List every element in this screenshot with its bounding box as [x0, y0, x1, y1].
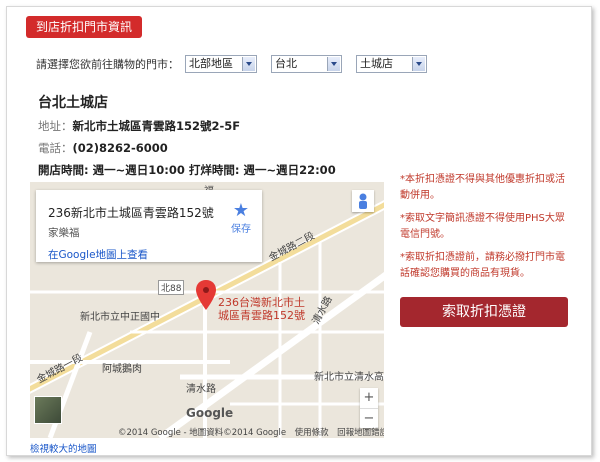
marker-graphic: [196, 280, 216, 310]
marker-label: 236台灣新北市土 城區青雲路152號: [218, 296, 305, 322]
store-phone: (02)8262-6000: [72, 141, 168, 155]
city-select[interactable]: 台北: [271, 55, 342, 73]
view-in-google-maps-link[interactable]: 在Google地圖上查看: [48, 247, 148, 262]
google-logo: Google: [186, 406, 234, 420]
satellite-toggle-thumbnail[interactable]: [34, 396, 62, 424]
store-name: 台北土城店: [38, 95, 108, 111]
phone-label: 電話：: [38, 141, 73, 155]
road-label-bei88: 北88: [158, 280, 185, 295]
store-info: 台北土城店 地址：新北市土城區青雲路152號2-5F 電話：(02)8262-6…: [38, 92, 336, 178]
map-copyright: ©2014 Google - 地圖資料©2014 Google 使用條款 回報地…: [118, 428, 384, 438]
store-select[interactable]: 土城店: [356, 55, 427, 73]
larger-map-link[interactable]: 檢視較大的地圖: [30, 441, 97, 455]
map-info-window: 236新北市土城區青雲路152號 家樂福 在Google地圖上查看 ★ 保存: [36, 190, 262, 262]
chevron-down-icon: [327, 57, 340, 71]
store-selector: 請選擇您欲前往購物的門市： 北部地區 台北 土城店: [36, 54, 427, 74]
map-marker-icon[interactable]: [196, 280, 216, 313]
note-item: *本折扣憑證不得與其他優惠折扣或活動併用。: [400, 174, 565, 201]
save-place-button[interactable]: ★ 保存: [226, 200, 256, 236]
region-select-value: 北部地區: [189, 57, 233, 70]
info-address: 236新北市土城區青雲路152號: [48, 206, 214, 220]
address-label: 地址：: [38, 119, 73, 133]
selector-prompt: 請選擇您欲前往購物的門市：: [36, 58, 179, 71]
store-hours: 開店時間: 週一~週日10:00 打烊時間: 週一~週日22:00: [38, 163, 336, 177]
street-view-pegman-icon[interactable]: [352, 190, 374, 212]
chevron-down-icon: [242, 57, 255, 71]
google-map[interactable]: 金城路二段 金城路一段 清水路 清水路 北88 新北市立中正國中 阿城鵝肉 新北…: [30, 182, 384, 438]
marker-label-line-2: 城區青雲路152號: [218, 309, 305, 322]
pegman-graphic: [359, 193, 367, 209]
city-select-value: 台北: [275, 57, 297, 70]
store-select-value: 土城店: [360, 57, 393, 70]
store-phone-line: 電話：(02)8262-6000: [38, 140, 336, 156]
note-item: *索取文字簡訊憑證不得使用PHS大眾電信門號。: [400, 213, 565, 240]
get-coupon-button[interactable]: 索取折扣憑證: [400, 297, 568, 327]
region-select[interactable]: 北部地區: [185, 55, 257, 73]
star-icon: ★: [232, 200, 250, 221]
note-item: *索取折扣憑證前，請務必撥打門市電話確認您購買的商品有現貨。: [400, 252, 565, 279]
zoom-in-button[interactable]: +: [360, 388, 378, 409]
coupon-notes: *本折扣憑證不得與其他優惠折扣或活動併用。 *索取文字簡訊憑證不得使用PHS大眾…: [400, 172, 570, 289]
chevron-down-icon: [412, 57, 425, 71]
store-address-line: 地址：新北市土城區青雲路152號2-5F: [38, 118, 336, 134]
page-title-tab: 到店折扣門市資訊: [26, 16, 143, 38]
info-place-name: 家樂福: [48, 227, 80, 239]
store-address: 新北市土城區青雲路152號2-5F: [72, 119, 241, 133]
poi-zhongzheng: 新北市立中正國中: [80, 312, 160, 323]
marker-label-line-1: 236台灣新北市土: [218, 296, 305, 309]
zoom-control: + −: [360, 388, 378, 428]
poi-acheng: 阿城鵝肉: [102, 364, 142, 375]
save-label: 保存: [231, 224, 251, 235]
poi-qingshui-high: 新北市立清水高: [314, 372, 384, 383]
road-label-qingshui2: 清水路: [186, 384, 216, 395]
